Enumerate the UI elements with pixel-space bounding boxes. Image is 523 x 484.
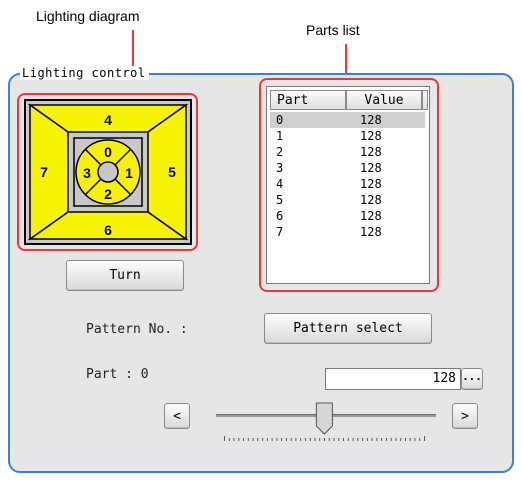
parts-list-row[interactable]: 6 128 [270, 208, 425, 224]
row-value: 128 [360, 129, 382, 143]
row-value: 128 [360, 193, 382, 207]
segment-label-6: 6 [104, 222, 112, 238]
row-value: 128 [360, 161, 382, 175]
pattern-select-button[interactable]: Pattern select [264, 313, 432, 344]
segment-label-7: 7 [40, 164, 48, 180]
slider-ticks [224, 436, 425, 441]
column-header-filler [422, 90, 428, 110]
row-part: 1 [276, 129, 284, 143]
segment-label-0: 0 [104, 144, 112, 160]
part-label: Part : 0 [86, 367, 149, 382]
decrement-button[interactable]: < [164, 403, 190, 429]
row-part: 4 [276, 177, 284, 191]
turn-button[interactable]: Turn [66, 260, 184, 291]
lighting-diagram-callout: Lighting diagram [36, 8, 140, 24]
value-slider[interactable] [212, 398, 438, 444]
row-value: 128 [360, 177, 382, 191]
row-value: 128 [360, 113, 382, 127]
segment-label-4: 4 [104, 112, 112, 128]
lighting-diagram[interactable]: 4 6 7 5 0 2 3 1 [24, 99, 192, 245]
row-part: 5 [276, 193, 284, 207]
row-value: 128 [360, 145, 382, 159]
parts-list-row[interactable]: 3 128 [270, 160, 425, 176]
row-part: 6 [276, 209, 284, 223]
part-value-field[interactable]: 128 [325, 368, 461, 390]
row-part: 3 [276, 161, 284, 175]
segment-label-5: 5 [168, 164, 176, 180]
segment-label-3: 3 [83, 165, 91, 181]
center-spot [97, 161, 119, 183]
parts-list-row[interactable]: 5 128 [270, 192, 425, 208]
ellipsis-button[interactable]: ··· [461, 368, 483, 390]
row-part: 0 [276, 113, 284, 127]
parts-list[interactable]: Part Value 0 128 1 128 2 128 3 128 4 128 5 128 6 128 7… [266, 86, 430, 284]
parts-list-row[interactable]: 0 128 [270, 112, 425, 128]
increment-button[interactable]: > [452, 403, 478, 429]
parts-list-row[interactable]: 2 128 [270, 144, 425, 160]
panel-title: Lighting control [20, 66, 149, 80]
parts-list-row[interactable]: 7 128 [270, 224, 425, 240]
column-header-value[interactable]: Value [346, 90, 422, 110]
segment-label-2: 2 [104, 186, 112, 202]
pattern-number-label: Pattern No. : [86, 322, 188, 337]
row-value: 128 [360, 225, 382, 239]
row-part: 2 [276, 145, 284, 159]
segment-label-1: 1 [125, 165, 133, 181]
parts-list-callout: Parts list [306, 22, 360, 38]
slider-thumb[interactable] [315, 402, 333, 435]
parts-list-row[interactable]: 1 128 [270, 128, 425, 144]
row-value: 128 [360, 209, 382, 223]
column-header-part[interactable]: Part [270, 90, 346, 110]
row-part: 7 [276, 225, 284, 239]
parts-list-row[interactable]: 4 128 [270, 176, 425, 192]
